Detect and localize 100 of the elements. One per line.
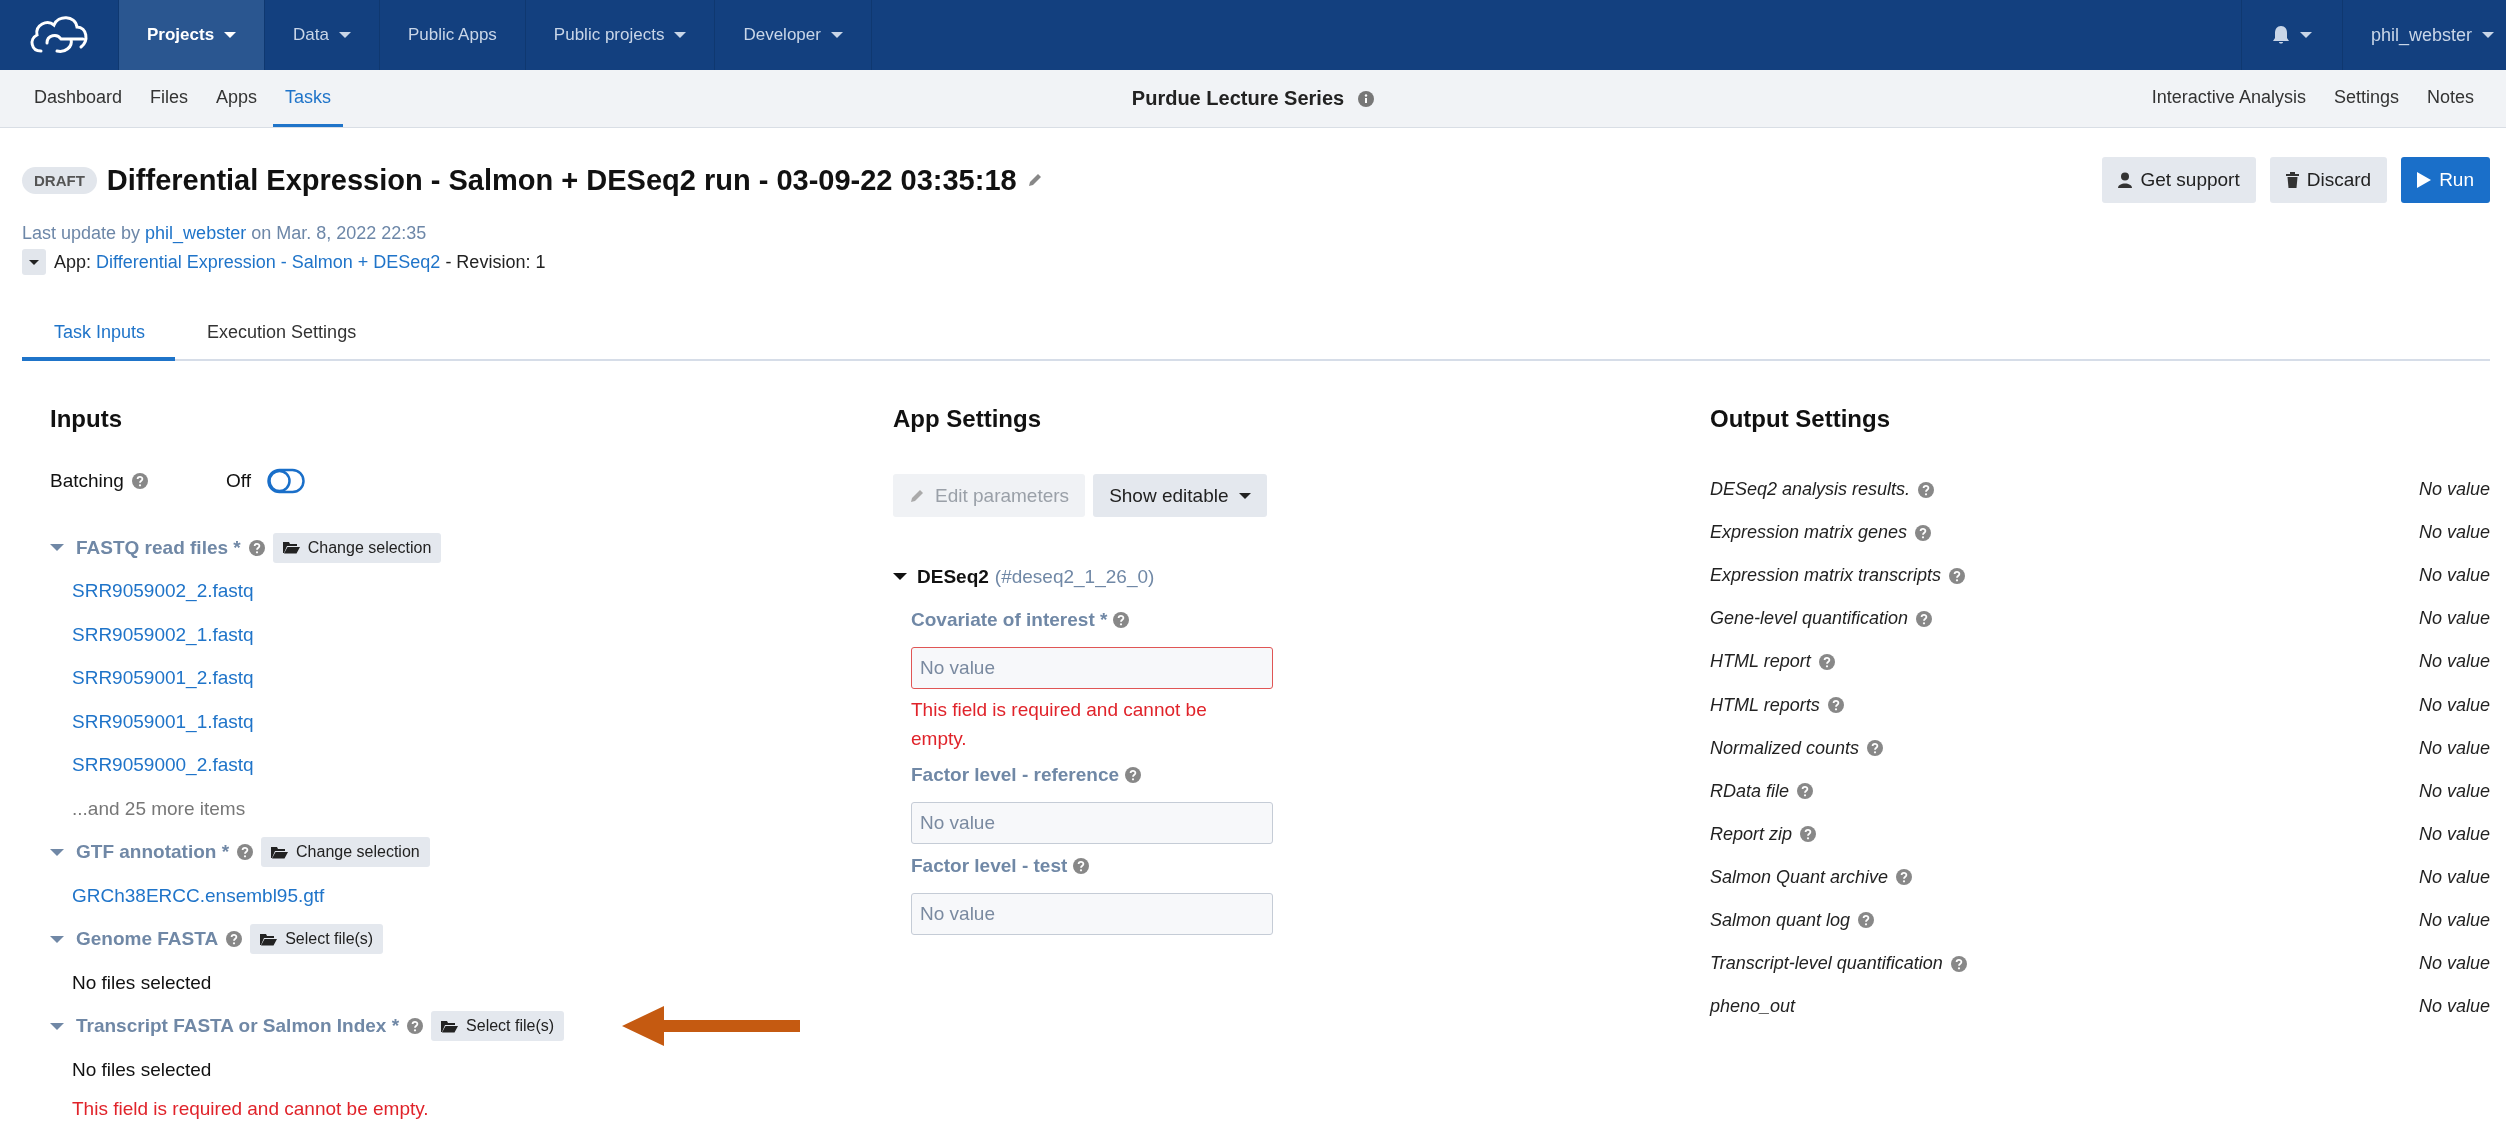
help-icon[interactable]	[1950, 955, 1967, 972]
file-link[interactable]: GRCh38ERCC.ensembl95.gtf	[72, 884, 325, 907]
file-link[interactable]: SRR9059000_2.fastq	[72, 754, 254, 777]
output-value: No value	[2418, 694, 2490, 716]
pencil-icon	[909, 487, 925, 504]
help-icon[interactable]	[226, 931, 243, 948]
error-message: This field is required and cannot be empty.	[911, 698, 1208, 751]
project-tab[interactable]: Files	[138, 70, 201, 127]
action-button[interactable]: Get support	[2102, 157, 2256, 203]
project-tab[interactable]: Apps	[204, 70, 270, 127]
batching-state: Off	[225, 469, 251, 492]
output-value: No value	[2418, 565, 2490, 587]
action-button[interactable]: Discard	[2269, 157, 2388, 203]
task-title: Differential Expression - Salmon + DESeq2 run - 03-09-22 03:35:18	[106, 163, 1017, 197]
help-icon[interactable]	[237, 844, 254, 861]
file-link[interactable]: SRR9059002_2.fastq	[72, 580, 254, 603]
input-label: Genome FASTA	[76, 928, 219, 951]
app-link[interactable]: Differential Expression - Salmon + DESeq2	[96, 252, 441, 272]
batching-label: Batching	[50, 469, 124, 492]
output-value: No value	[2418, 608, 2490, 630]
help-icon[interactable]	[1918, 481, 1935, 498]
help-icon[interactable]	[1949, 567, 1966, 584]
project-tab[interactable]: Dashboard	[22, 70, 135, 127]
select-files-button[interactable]: Select file(s)	[431, 1011, 565, 1042]
output-value: No value	[2418, 866, 2490, 888]
help-icon[interactable]	[1858, 912, 1875, 929]
folder-icon	[260, 932, 278, 946]
output-value: No value	[2418, 910, 2490, 931]
field-label: Covariate of interest *	[911, 608, 1108, 631]
output-label: Expression matrix transcripts	[1710, 565, 1942, 587]
file-link[interactable]: SRR9059001_2.fastq	[72, 667, 254, 690]
help-icon[interactable]	[1073, 857, 1090, 874]
help-icon[interactable]	[1797, 783, 1814, 800]
node-id: (#deseq2_1_26_0)	[994, 565, 1155, 588]
caret-icon[interactable]	[893, 573, 907, 580]
help-icon[interactable]	[407, 1018, 424, 1035]
show-editable-dropdown[interactable]: Show editable	[1093, 474, 1267, 517]
file-link[interactable]: SRR9059001_1.fastq	[72, 710, 254, 733]
person-icon	[2118, 172, 2133, 188]
output-value: No value	[2418, 780, 2490, 802]
output-label: DESeq2 analysis results.	[1710, 479, 1911, 501]
project-link[interactable]: Notes	[2414, 70, 2486, 127]
select-files-button[interactable]: Change selection	[272, 532, 442, 563]
output-value: No value	[2418, 479, 2490, 501]
empty-message: No files selected	[72, 1058, 212, 1081]
input-label: Transcript FASTA or Salmon Index *	[76, 1015, 400, 1038]
help-icon[interactable]	[1113, 611, 1130, 628]
section-heading: Output Settings	[1710, 404, 1891, 434]
tab[interactable]: Task Inputs	[22, 308, 176, 361]
bell-icon	[2271, 25, 2290, 45]
status-badge: DRAFT	[22, 166, 97, 194]
project-link[interactable]: Settings	[2321, 70, 2411, 127]
user-link[interactable]: phil_webster	[145, 223, 247, 243]
help-icon[interactable]	[248, 539, 265, 556]
output-value: No value	[2418, 996, 2490, 1018]
nav-menu-item[interactable]: Projects	[119, 0, 266, 70]
output-label: Report zip	[1710, 823, 1793, 845]
toggle-switch[interactable]	[266, 467, 305, 494]
caret-icon	[1238, 492, 1251, 499]
input-label: FASTQ read files *	[76, 536, 241, 559]
user-menu[interactable]: phil_webster	[2342, 0, 2506, 70]
tab[interactable]: Execution Settings	[175, 308, 387, 361]
help-icon[interactable]	[1800, 826, 1817, 843]
help-icon[interactable]	[1818, 653, 1835, 670]
output-label: Salmon quant log	[1710, 910, 1851, 931]
output-label: HTML report	[1710, 651, 1811, 673]
folder-icon	[271, 845, 289, 859]
expand-button[interactable]	[22, 249, 46, 275]
file-link[interactable]: SRR9059002_1.fastq	[72, 623, 254, 646]
project-tab[interactable]: Tasks	[273, 70, 344, 127]
trash-icon	[2285, 172, 2299, 188]
output-label: Normalized counts	[1710, 737, 1860, 759]
empty-message: No files selected	[72, 971, 212, 994]
project-link[interactable]: Interactive Analysis	[2139, 70, 2318, 127]
info-icon[interactable]	[1358, 90, 1375, 107]
section-heading: Inputs	[50, 404, 123, 434]
help-icon[interactable]	[1827, 697, 1844, 713]
input-field[interactable]: No value	[911, 893, 1273, 935]
more-items: ...and 25 more items	[72, 797, 246, 820]
output-value: No value	[2418, 522, 2490, 544]
action-button[interactable]: Run	[2401, 157, 2490, 203]
output-label: Gene-level quantification	[1710, 608, 1909, 630]
select-files-button[interactable]: Change selection	[261, 837, 430, 868]
output-value: No value	[2418, 823, 2490, 845]
help-icon[interactable]	[131, 472, 148, 489]
folder-icon	[282, 541, 300, 555]
select-files-button[interactable]: Select file(s)	[250, 924, 384, 955]
play-icon	[2417, 172, 2432, 188]
pencil-icon[interactable]	[1026, 172, 1043, 188]
help-icon[interactable]	[1867, 740, 1884, 757]
help-icon[interactable]	[1915, 524, 1932, 541]
help-icon[interactable]	[1125, 766, 1142, 783]
help-icon[interactable]	[1916, 610, 1933, 627]
output-value: No value	[2418, 953, 2490, 975]
input-field[interactable]: No value	[911, 802, 1273, 844]
input-field[interactable]: No value	[911, 647, 1273, 689]
output-label: pheno_out	[1710, 996, 1796, 1018]
app-info: App: Differential Expression - Salmon + DESeq2 - Revision: 1	[54, 251, 546, 274]
help-icon[interactable]	[1896, 869, 1913, 886]
project-title: Purdue Lecture Series	[1131, 87, 1345, 110]
